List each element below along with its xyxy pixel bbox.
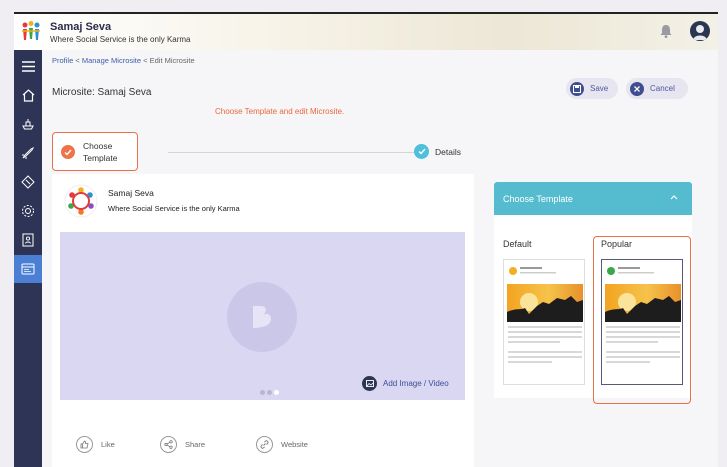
page-title: Microsite: Samaj Seva [52, 87, 152, 98]
step-choose-template-label: Choose Template [83, 140, 118, 164]
top-bar: Samaj Seva Where Social Service is the o… [14, 12, 718, 50]
website-button[interactable]: Website [256, 436, 308, 453]
thumbnail-header [508, 264, 582, 278]
app-subtitle: Where Social Service is the only Karma [50, 35, 191, 44]
breadcrumb-separator: < [75, 56, 80, 65]
chevron-up-icon[interactable] [670, 192, 678, 202]
menu-icon[interactable] [14, 52, 42, 80]
like-label: Like [101, 440, 115, 449]
share-label: Share [185, 440, 206, 449]
checkmark-icon [61, 145, 75, 159]
website-label: Website [281, 440, 308, 449]
step-details[interactable]: Details [435, 147, 461, 157]
instruction-text: Choose Template and edit Microsite. [215, 107, 345, 116]
step-label-line1: Choose [83, 141, 113, 151]
like-button[interactable]: Like [76, 436, 115, 453]
samaj-seva-logo-icon [64, 184, 98, 218]
link-icon [256, 436, 273, 453]
choose-template-header[interactable]: Choose Template [494, 182, 692, 215]
choose-template-title: Choose Template [503, 193, 573, 204]
breadcrumb-separator: < [143, 56, 148, 65]
cancel-button[interactable]: Cancel [626, 78, 688, 99]
breadcrumb: Profile < Manage Microsite < Edit Micros… [52, 56, 195, 65]
samaj-seva-logo-icon [22, 21, 40, 40]
microsite-preview: Samaj Seva Where Social Service is the o… [52, 174, 474, 467]
save-label: Save [590, 84, 609, 93]
like-icon [76, 436, 93, 453]
checkmark-icon[interactable] [414, 144, 429, 159]
step-choose-template[interactable]: Choose Template [52, 132, 138, 171]
thumbnail-text [508, 326, 582, 366]
stepper-connector [168, 152, 414, 153]
app-window: Samaj Seva Where Social Service is the o… [14, 12, 718, 467]
rocket-icon[interactable] [14, 139, 42, 167]
placeholder-logo-icon [227, 282, 297, 352]
image-icon [362, 376, 377, 391]
banner-area: Add Image / Video [60, 232, 465, 400]
preview-title: Samaj Seva [108, 188, 154, 198]
breadcrumb-profile[interactable]: Profile [52, 56, 73, 65]
popular-template-selection[interactable] [593, 236, 691, 404]
add-image-video-button[interactable]: Add Image / Video [362, 376, 449, 391]
save-icon [570, 81, 584, 96]
sidebar [14, 50, 42, 467]
cancel-icon [630, 81, 644, 96]
share-icon [160, 436, 177, 453]
breadcrumb-manage-microsite[interactable]: Manage Microsite [82, 56, 141, 65]
notification-bell-icon[interactable] [658, 23, 674, 39]
carousel-dot-active[interactable] [274, 390, 279, 395]
default-template-thumbnail[interactable] [503, 259, 585, 385]
ship-icon[interactable] [14, 110, 42, 138]
preview-subtitle: Where Social Service is the only Karma [108, 204, 240, 213]
breadcrumb-edit-microsite: Edit Microsite [149, 56, 195, 65]
thumbnail-image [507, 284, 583, 322]
home-icon[interactable] [14, 81, 42, 109]
carousel-dot[interactable] [267, 390, 272, 395]
app-title: Samaj Seva [50, 21, 112, 33]
add-image-video-label: Add Image / Video [383, 379, 449, 388]
settings-icon[interactable] [14, 197, 42, 225]
cancel-label: Cancel [650, 84, 675, 93]
tag-icon[interactable] [14, 168, 42, 196]
share-button[interactable]: Share [160, 436, 205, 453]
carousel-dot[interactable] [260, 390, 265, 395]
microsite-icon[interactable] [14, 255, 42, 283]
default-template-label: Default [503, 239, 532, 249]
contacts-icon[interactable] [14, 226, 42, 254]
user-avatar[interactable] [690, 21, 710, 41]
save-button[interactable]: Save [566, 78, 618, 99]
carousel-dots[interactable] [260, 390, 279, 395]
step-label-line2: Template [83, 153, 118, 163]
